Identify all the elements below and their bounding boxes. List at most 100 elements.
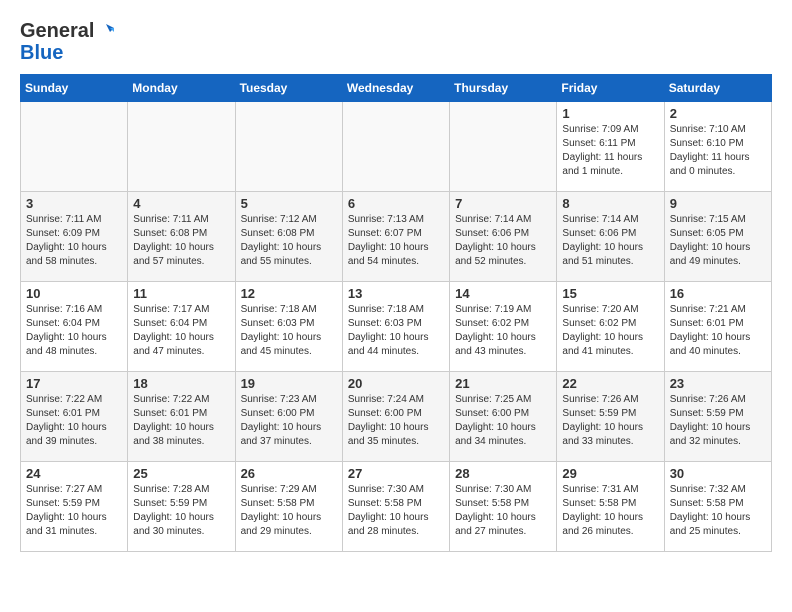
calendar-cell: 9 Sunrise: 7:15 AM Sunset: 6:05 PM Daylig… (664, 192, 771, 282)
calendar-week-row: 1 Sunrise: 7:09 AM Sunset: 6:11 PM Daylig… (21, 102, 772, 192)
day-number: 20 (348, 376, 444, 391)
day-number: 27 (348, 466, 444, 481)
weekday-header: Tuesday (235, 75, 342, 102)
day-number: 25 (133, 466, 229, 481)
day-number: 9 (670, 196, 766, 211)
day-info: Sunrise: 7:09 AM Sunset: 6:11 PM Dayligh… (562, 123, 658, 179)
calendar-week-row: 17 Sunrise: 7:22 AM Sunset: 6:01 PM Dayli… (21, 372, 772, 462)
logo-blue: Blue (20, 42, 114, 64)
day-info: Sunrise: 7:26 AM Sunset: 5:59 PM Dayligh… (562, 393, 658, 449)
logo-general: General (20, 20, 94, 42)
day-number: 1 (562, 106, 658, 121)
day-info: Sunrise: 7:30 AM Sunset: 5:58 PM Dayligh… (348, 483, 444, 539)
day-number: 13 (348, 286, 444, 301)
day-number: 7 (455, 196, 551, 211)
calendar-cell: 16 Sunrise: 7:21 AM Sunset: 6:01 PM Dayli… (664, 282, 771, 372)
day-number: 3 (26, 196, 122, 211)
day-number: 29 (562, 466, 658, 481)
calendar-cell (128, 102, 235, 192)
day-info: Sunrise: 7:11 AM Sunset: 6:08 PM Dayligh… (133, 213, 229, 269)
day-info: Sunrise: 7:21 AM Sunset: 6:01 PM Dayligh… (670, 303, 766, 359)
day-number: 2 (670, 106, 766, 121)
day-info: Sunrise: 7:23 AM Sunset: 6:00 PM Dayligh… (241, 393, 337, 449)
calendar-cell: 22 Sunrise: 7:26 AM Sunset: 5:59 PM Dayli… (557, 372, 664, 462)
calendar-cell: 2Sunrise: 7:10 AM Sunset: 6:10 PM Daylig… (664, 102, 771, 192)
day-info: Sunrise: 7:22 AM Sunset: 6:01 PM Dayligh… (133, 393, 229, 449)
day-number: 24 (26, 466, 122, 481)
calendar-cell: 4 Sunrise: 7:11 AM Sunset: 6:08 PM Daylig… (128, 192, 235, 282)
calendar-cell: 23 Sunrise: 7:26 AM Sunset: 5:59 PM Dayli… (664, 372, 771, 462)
calendar-cell: 8Sunrise: 7:14 AM Sunset: 6:06 PM Daylig… (557, 192, 664, 282)
weekday-header: Sunday (21, 75, 128, 102)
weekday-header: Thursday (450, 75, 557, 102)
calendar-cell: 20 Sunrise: 7:24 AM Sunset: 6:00 PM Dayli… (342, 372, 449, 462)
day-number: 17 (26, 376, 122, 391)
calendar-cell: 7 Sunrise: 7:14 AM Sunset: 6:06 PM Daylig… (450, 192, 557, 282)
day-number: 22 (562, 376, 658, 391)
weekday-header: Friday (557, 75, 664, 102)
day-number: 18 (133, 376, 229, 391)
day-info: Sunrise: 7:32 AM Sunset: 5:58 PM Dayligh… (670, 483, 766, 539)
calendar-cell: 24 Sunrise: 7:27 AM Sunset: 5:59 PM Dayli… (21, 462, 128, 552)
calendar-cell: 30 Sunrise: 7:32 AM Sunset: 5:58 PM Dayli… (664, 462, 771, 552)
day-info: Sunrise: 7:29 AM Sunset: 5:58 PM Dayligh… (241, 483, 337, 539)
calendar-cell: 6 Sunrise: 7:13 AM Sunset: 6:07 PM Daylig… (342, 192, 449, 282)
calendar-cell: 3 Sunrise: 7:11 AM Sunset: 6:09 PM Daylig… (21, 192, 128, 282)
day-number: 16 (670, 286, 766, 301)
day-info: Sunrise: 7:16 AM Sunset: 6:04 PM Dayligh… (26, 303, 122, 359)
calendar-cell: 12 Sunrise: 7:18 AM Sunset: 6:03 PM Dayli… (235, 282, 342, 372)
day-number: 12 (241, 286, 337, 301)
day-number: 4 (133, 196, 229, 211)
day-info: Sunrise: 7:11 AM Sunset: 6:09 PM Dayligh… (26, 213, 122, 269)
calendar-week-row: 24 Sunrise: 7:27 AM Sunset: 5:59 PM Dayli… (21, 462, 772, 552)
calendar-week-row: 3 Sunrise: 7:11 AM Sunset: 6:09 PM Daylig… (21, 192, 772, 282)
calendar-cell: 29 Sunrise: 7:31 AM Sunset: 5:58 PM Dayli… (557, 462, 664, 552)
day-info: Sunrise: 7:14 AM Sunset: 6:06 PM Dayligh… (455, 213, 551, 269)
calendar-header-row: SundayMondayTuesdayWednesdayThursdayFrid… (21, 75, 772, 102)
day-info: Sunrise: 7:13 AM Sunset: 6:07 PM Dayligh… (348, 213, 444, 269)
day-number: 10 (26, 286, 122, 301)
day-info: Sunrise: 7:26 AM Sunset: 5:59 PM Dayligh… (670, 393, 766, 449)
day-number: 5 (241, 196, 337, 211)
logo-bird-icon (96, 22, 114, 40)
day-number: 6 (348, 196, 444, 211)
day-info: Sunrise: 7:24 AM Sunset: 6:00 PM Dayligh… (348, 393, 444, 449)
day-number: 23 (670, 376, 766, 391)
calendar-cell: 15 Sunrise: 7:20 AM Sunset: 6:02 PM Dayli… (557, 282, 664, 372)
page-header: General Blue (20, 20, 772, 64)
calendar-cell: 14Sunrise: 7:19 AM Sunset: 6:02 PM Dayli… (450, 282, 557, 372)
day-info: Sunrise: 7:28 AM Sunset: 5:59 PM Dayligh… (133, 483, 229, 539)
day-info: Sunrise: 7:14 AM Sunset: 6:06 PM Dayligh… (562, 213, 658, 269)
day-info: Sunrise: 7:19 AM Sunset: 6:02 PM Dayligh… (455, 303, 551, 359)
calendar-cell: 25 Sunrise: 7:28 AM Sunset: 5:59 PM Dayli… (128, 462, 235, 552)
logo-text: General Blue (20, 20, 114, 64)
weekday-header: Saturday (664, 75, 771, 102)
day-info: Sunrise: 7:31 AM Sunset: 5:58 PM Dayligh… (562, 483, 658, 539)
day-number: 26 (241, 466, 337, 481)
day-info: Sunrise: 7:15 AM Sunset: 6:05 PM Dayligh… (670, 213, 766, 269)
day-number: 15 (562, 286, 658, 301)
calendar-cell (21, 102, 128, 192)
day-number: 30 (670, 466, 766, 481)
calendar-cell: 11 Sunrise: 7:17 AM Sunset: 6:04 PM Dayli… (128, 282, 235, 372)
calendar-cell (235, 102, 342, 192)
calendar-cell: 27 Sunrise: 7:30 AM Sunset: 5:58 PM Dayli… (342, 462, 449, 552)
day-info: Sunrise: 7:22 AM Sunset: 6:01 PM Dayligh… (26, 393, 122, 449)
day-info: Sunrise: 7:20 AM Sunset: 6:02 PM Dayligh… (562, 303, 658, 359)
day-info: Sunrise: 7:25 AM Sunset: 6:00 PM Dayligh… (455, 393, 551, 449)
day-info: Sunrise: 7:12 AM Sunset: 6:08 PM Dayligh… (241, 213, 337, 269)
calendar-table: SundayMondayTuesdayWednesdayThursdayFrid… (20, 74, 772, 552)
calendar-cell: 13 Sunrise: 7:18 AM Sunset: 6:03 PM Dayli… (342, 282, 449, 372)
logo: General Blue (20, 20, 114, 64)
day-number: 28 (455, 466, 551, 481)
calendar-cell: 18 Sunrise: 7:22 AM Sunset: 6:01 PM Dayli… (128, 372, 235, 462)
day-info: Sunrise: 7:18 AM Sunset: 6:03 PM Dayligh… (348, 303, 444, 359)
day-info: Sunrise: 7:18 AM Sunset: 6:03 PM Dayligh… (241, 303, 337, 359)
day-number: 11 (133, 286, 229, 301)
day-info: Sunrise: 7:17 AM Sunset: 6:04 PM Dayligh… (133, 303, 229, 359)
calendar-cell: 21Sunrise: 7:25 AM Sunset: 6:00 PM Dayli… (450, 372, 557, 462)
calendar-cell: 1 Sunrise: 7:09 AM Sunset: 6:11 PM Daylig… (557, 102, 664, 192)
calendar-cell (450, 102, 557, 192)
day-info: Sunrise: 7:27 AM Sunset: 5:59 PM Dayligh… (26, 483, 122, 539)
weekday-header: Wednesday (342, 75, 449, 102)
